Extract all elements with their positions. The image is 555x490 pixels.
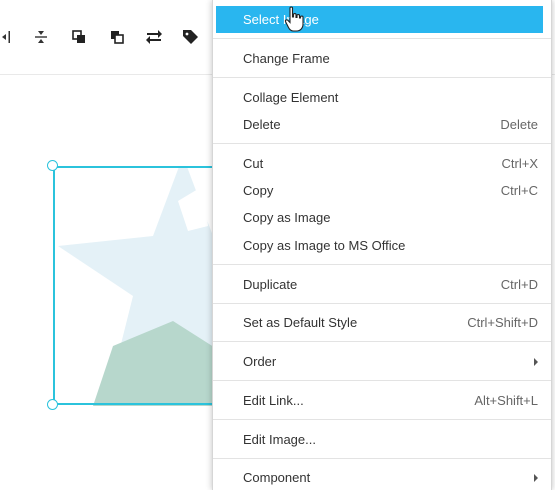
menu-item-order[interactable]: Order	[213, 348, 551, 375]
menu-item-label: Duplicate	[243, 277, 298, 292]
menu-item-shortcut: Delete	[500, 117, 538, 132]
menu-item-edit-image[interactable]: Edit Image...	[213, 426, 551, 453]
submenu-arrow-icon	[534, 357, 538, 366]
menu-separator	[213, 77, 551, 78]
menu-item-label: Delete	[243, 117, 281, 132]
menu-item-label: Set as Default Style	[243, 315, 358, 330]
menu-item-label: Component	[243, 470, 311, 485]
menu-item-copy-as-image[interactable]: Copy as Image	[213, 204, 551, 231]
distribute-horizontal-icon[interactable]	[0, 27, 14, 47]
menu-item-shortcut: Alt+Shift+L	[474, 393, 538, 408]
menu-item-label: Edit Image...	[243, 432, 316, 447]
menu-item-label: Change Frame	[243, 51, 330, 66]
menu-item-copy[interactable]: Copy Ctrl+C	[213, 177, 551, 204]
menu-item-label: Order	[243, 354, 277, 369]
menu-item-collage-element[interactable]: Collage Element	[213, 84, 551, 111]
menu-separator	[213, 419, 551, 420]
menu-item-label: Edit Link...	[243, 393, 304, 408]
menu-item-select-image[interactable]: Select Image	[216, 6, 543, 33]
menu-item-change-frame[interactable]: Change Frame	[213, 45, 551, 72]
menu-item-shortcut: Ctrl+X	[501, 156, 538, 171]
menu-item-shortcut: Ctrl+C	[500, 183, 538, 198]
menu-separator	[213, 380, 551, 381]
resize-handle-top-left[interactable]	[47, 160, 58, 171]
menu-item-duplicate[interactable]: Duplicate Ctrl+D	[213, 271, 551, 298]
menu-item-cut[interactable]: Cut Ctrl+X	[213, 150, 551, 177]
menu-item-component[interactable]: Component	[213, 464, 551, 490]
send-backward-icon[interactable]	[107, 27, 127, 47]
context-menu: Select Image Change Frame Collage Elemen…	[212, 0, 552, 490]
menu-separator	[213, 458, 551, 459]
swap-icon[interactable]	[144, 27, 164, 47]
resize-handle-bottom-left[interactable]	[47, 399, 58, 410]
tag-icon[interactable]	[181, 27, 201, 47]
menu-item-label: Copy	[243, 183, 274, 198]
menu-separator	[213, 264, 551, 265]
menu-separator	[213, 303, 551, 304]
bring-forward-icon[interactable]	[69, 27, 89, 47]
align-center-vertical-icon[interactable]	[31, 27, 51, 47]
menu-item-shortcut: Ctrl+D	[500, 277, 538, 292]
menu-item-label: Select Image	[243, 12, 319, 27]
menu-item-set-default-style[interactable]: Set as Default Style Ctrl+Shift+D	[213, 309, 551, 336]
menu-item-label: Collage Element	[243, 90, 339, 105]
menu-item-copy-as-image-ms-office[interactable]: Copy as Image to MS Office	[213, 232, 551, 259]
menu-separator	[213, 341, 551, 342]
menu-item-label: Copy as Image	[243, 210, 331, 225]
menu-item-edit-link[interactable]: Edit Link... Alt+Shift+L	[213, 387, 551, 414]
menu-item-shortcut: Ctrl+Shift+D	[467, 315, 538, 330]
menu-separator	[213, 143, 551, 144]
menu-item-label: Cut	[243, 156, 264, 171]
menu-separator	[213, 38, 551, 39]
menu-item-delete[interactable]: Delete Delete	[213, 111, 551, 138]
submenu-arrow-icon	[534, 473, 538, 482]
hand-pointer-icon	[284, 6, 304, 32]
menu-item-label: Copy as Image to MS Office	[243, 238, 406, 253]
